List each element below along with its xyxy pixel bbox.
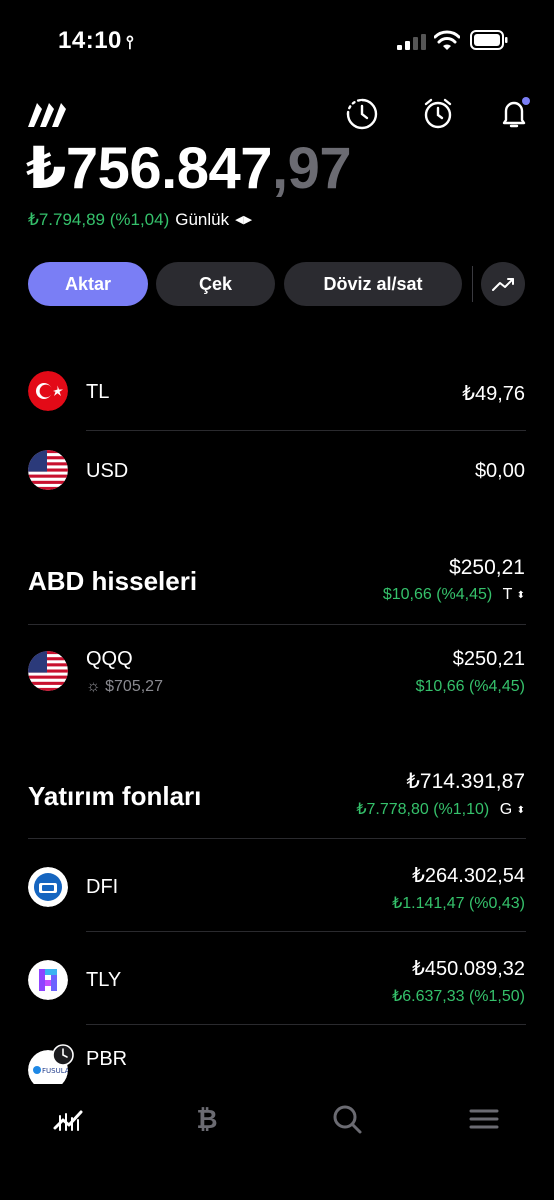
divider	[86, 1024, 526, 1025]
stock-price-row: ☼ $705,27	[86, 678, 163, 696]
fund-value: ₺450.089,32	[412, 958, 525, 980]
stock-change: $10,66 (%4,45)	[415, 678, 525, 695]
period-mode[interactable]: T	[503, 586, 512, 603]
search-tab-icon[interactable]	[330, 1102, 364, 1136]
fund-change: ₺1.141,47 (%0,43)	[392, 895, 525, 912]
fund-row-tly[interactable]: TLY ₺450.089,32 ₺6.637,33 (%1,50)	[0, 948, 554, 1014]
divider	[28, 838, 526, 839]
transfer-button[interactable]: Aktar	[28, 262, 148, 306]
stock-row-qqq[interactable]: QQQ ☼ $705,27 $250,21 $10,66 (%4,45)	[0, 640, 554, 704]
tly-logo-icon	[28, 960, 68, 1000]
pending-clock-icon	[52, 1044, 74, 1066]
battery-icon	[470, 30, 508, 50]
funds-section[interactable]: Yatırım fonları ₺714.391,87 ₺7.778,80 (%…	[0, 765, 554, 829]
button-divider	[472, 266, 473, 302]
section-change-value: ₺7.778,80 (%1,10)	[356, 801, 490, 818]
total-balance: ₺756.847,97	[26, 134, 352, 202]
cash-label: USD	[86, 460, 129, 482]
fund-ticker: TLY	[86, 969, 122, 991]
stock-ticker: QQQ	[86, 648, 133, 670]
daily-change-value: ₺7.794,89 (%1,04)	[28, 210, 170, 229]
fund-ticker: PBR	[86, 1048, 128, 1070]
turkey-flag-icon	[28, 371, 68, 411]
section-change: ₺7.778,80 (%1,10) G ⬍	[356, 799, 525, 819]
daily-change[interactable]: ₺7.794,89 (%1,04) Günlük ◀▶	[28, 210, 252, 230]
trend-icon[interactable]	[481, 262, 525, 306]
sort-arrows-icon: ⬍	[516, 590, 525, 601]
us-flag-icon	[28, 651, 68, 691]
wifi-icon	[434, 30, 460, 50]
balance-main: ₺756.847	[26, 136, 273, 201]
location-arrow-icon: ⫯	[125, 32, 135, 52]
withdraw-button[interactable]: Çek	[156, 262, 275, 306]
section-change-value: $10,66 (%4,45)	[382, 586, 493, 603]
menu-tab-icon[interactable]	[467, 1102, 501, 1136]
cash-row-usd[interactable]: USD $0,00	[0, 438, 554, 502]
status-time: 14:10 ⫯	[58, 27, 134, 55]
stock-price: $705,27	[105, 678, 163, 695]
daily-period-label: Günlük	[175, 210, 230, 229]
signal-icon	[397, 34, 426, 50]
section-value: ₺714.391,87	[406, 770, 525, 793]
fx-button[interactable]: Döviz al/sat	[284, 262, 462, 306]
fund-value: ₺264.302,54	[412, 865, 525, 887]
fund-ticker: DFI	[86, 876, 119, 898]
divider	[86, 430, 526, 431]
us-stocks-section[interactable]: ABD hisseleri $250,21 $10,66 (%4,45) T ⬍	[0, 550, 554, 614]
divider	[28, 624, 526, 625]
dfi-logo-icon	[28, 867, 68, 907]
cash-row-tl[interactable]: TL ₺49,76	[0, 360, 554, 424]
svg-text:₿: ₿	[196, 1105, 217, 1135]
pbr-logo-text: FUSULA	[42, 1067, 68, 1075]
divider	[86, 931, 526, 932]
toggle-arrows-icon: ◀▶	[235, 214, 253, 226]
alarm-icon[interactable]	[421, 97, 455, 131]
section-value: $250,21	[449, 556, 525, 579]
balance-decimals: ,97	[272, 136, 352, 201]
fund-row-pbr[interactable]: FUSULA PBR	[0, 1040, 554, 1084]
section-title: ABD hisseleri	[28, 566, 198, 596]
cash-label: TL	[86, 381, 110, 403]
clock-text: 14:10	[58, 27, 122, 54]
brand-logo	[28, 103, 66, 127]
cash-value: $0,00	[474, 460, 525, 482]
stock-value: $250,21	[452, 648, 525, 670]
cash-value: ₺49,76	[462, 383, 525, 405]
sun-icon: ☼	[86, 678, 101, 695]
period-mode[interactable]: G	[500, 801, 512, 818]
bell-icon[interactable]	[497, 96, 531, 130]
us-flag-icon	[28, 450, 68, 490]
sort-arrows-icon: ⬍	[516, 805, 525, 816]
history-icon[interactable]	[345, 97, 379, 131]
section-change: $10,66 (%4,45) T ⬍	[383, 586, 525, 604]
fund-row-dfi[interactable]: DFI ₺264.302,54 ₺1.141,47 (%0,43)	[0, 855, 554, 921]
section-title: Yatırım fonları	[28, 781, 202, 811]
fund-change: ₺6.637,33 (%1,50)	[392, 988, 525, 1005]
portfolio-tab-icon[interactable]	[52, 1102, 86, 1136]
bitcoin-tab-icon[interactable]: ₿	[190, 1102, 224, 1136]
